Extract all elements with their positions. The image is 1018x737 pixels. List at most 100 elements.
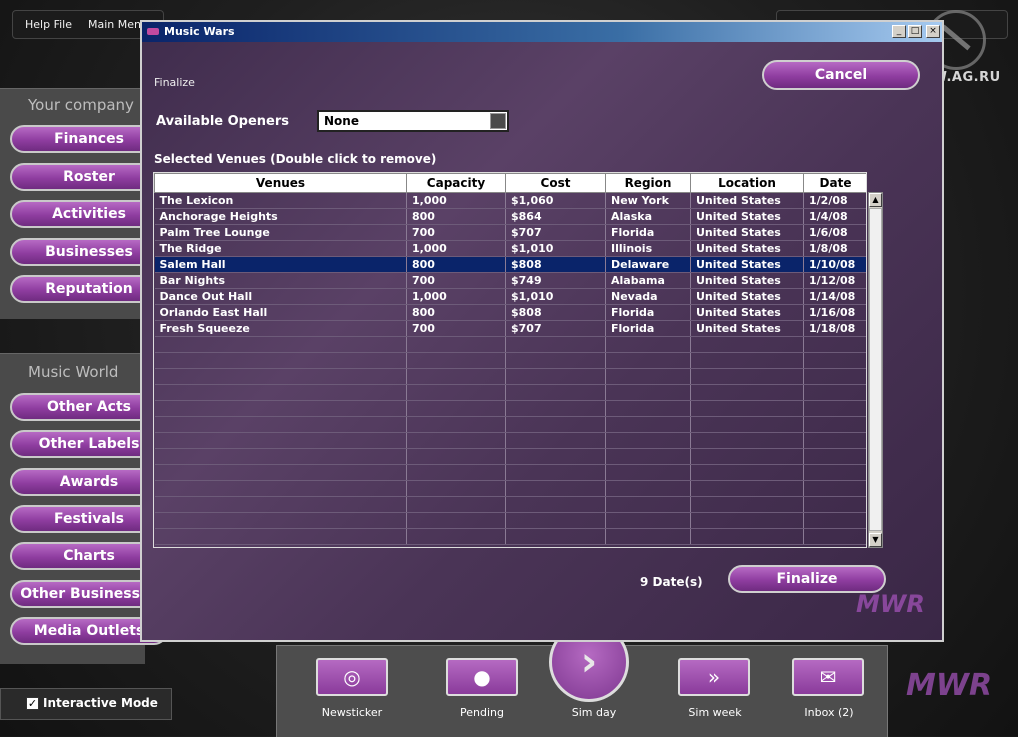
empty-cell <box>605 464 691 481</box>
minimize-button[interactable]: _ <box>892 25 906 38</box>
table-cell: $1,010 <box>505 240 606 257</box>
empty-cell <box>406 448 506 465</box>
close-button[interactable]: × <box>926 25 940 38</box>
table-cell: Orlando East Hall <box>154 304 407 321</box>
empty-cell <box>690 496 804 513</box>
table-cell: Alaska <box>605 208 691 225</box>
table-row[interactable]: Anchorage Heights 800 $864 Alaska United Sta… <box>154 208 866 225</box>
empty-cell <box>406 400 506 417</box>
table-cell: United States <box>690 240 804 257</box>
table-row[interactable]: Salem Hall 800 $808 Delaware United States 1/… <box>154 256 866 273</box>
maximize-button[interactable]: □ <box>908 25 922 38</box>
finalize-button[interactable]: Finalize <box>728 565 886 593</box>
app-icon <box>147 28 159 35</box>
empty-cell <box>605 528 691 545</box>
table-cell: 1,000 <box>406 240 506 257</box>
company-section-title: Your company <box>28 96 134 114</box>
help-file-link[interactable]: Help File <box>25 18 72 31</box>
table-row[interactable]: Orlando East Hall 800 $808 Florida United St… <box>154 304 866 321</box>
column-header-cost[interactable]: Cost <box>505 173 606 193</box>
mwr-corner-logo: MWR <box>906 668 993 703</box>
interactive-mode-panel: ✓ Interactive Mode <box>0 688 172 720</box>
empty-cell <box>154 384 407 401</box>
empty-cell <box>505 352 606 369</box>
empty-cell <box>154 448 407 465</box>
empty-table-row <box>154 416 866 433</box>
table-cell: 700 <box>406 272 506 289</box>
empty-cell <box>605 480 691 497</box>
table-row[interactable]: Palm Tree Lounge 700 $707 Florida United Sta… <box>154 224 866 241</box>
empty-cell <box>803 416 866 433</box>
column-header-location[interactable]: Location <box>690 173 804 193</box>
cancel-button[interactable]: Cancel <box>762 60 920 90</box>
table-cell: New York <box>605 192 691 209</box>
dropdown-arrow-icon[interactable] <box>490 113 506 129</box>
empty-cell <box>154 464 407 481</box>
window-title: Music Wars <box>164 25 235 38</box>
empty-cell <box>690 464 804 481</box>
scroll-up-icon[interactable]: ▲ <box>869 193 882 207</box>
interactive-mode-label: Interactive Mode <box>43 696 158 710</box>
table-cell: United States <box>690 304 804 321</box>
empty-cell <box>803 432 866 449</box>
empty-cell <box>690 400 804 417</box>
newsticker-button[interactable]: ◎ <box>316 658 388 696</box>
empty-cell <box>605 416 691 433</box>
openers-dropdown[interactable]: None <box>317 110 509 132</box>
empty-cell <box>690 384 804 401</box>
empty-cell <box>690 480 804 497</box>
column-header-region[interactable]: Region <box>605 173 691 193</box>
column-header-capacity[interactable]: Capacity <box>406 173 506 193</box>
empty-cell <box>154 416 407 433</box>
table-row[interactable]: Fresh Squeeze 700 $707 Florida United States… <box>154 320 866 337</box>
column-header-date[interactable]: Date <box>803 173 866 193</box>
table-cell: 1/4/08 <box>803 208 866 225</box>
table-row[interactable]: The Ridge 1,000 $1,010 Illinois United State… <box>154 240 866 257</box>
table-cell: 1/10/08 <box>803 256 866 273</box>
table-cell: 1,000 <box>406 192 506 209</box>
table-cell: Florida <box>605 224 691 241</box>
scroll-down-icon[interactable]: ▼ <box>869 533 882 547</box>
table-cell: Florida <box>605 320 691 337</box>
empty-cell <box>154 480 407 497</box>
venues-table: Venues Capacity Cost Region Location Date The… <box>154 173 866 545</box>
empty-cell <box>803 352 866 369</box>
dates-count: 9 Date(s) <box>640 575 703 589</box>
table-cell: Illinois <box>605 240 691 257</box>
empty-cell <box>690 336 804 353</box>
empty-cell <box>803 448 866 465</box>
table-cell: 1/16/08 <box>803 304 866 321</box>
empty-cell <box>406 384 506 401</box>
empty-cell <box>690 368 804 385</box>
table-cell: 700 <box>406 320 506 337</box>
inbox-button[interactable]: ✉ <box>792 658 864 696</box>
column-header-venues[interactable]: Venues <box>154 173 407 193</box>
globe-icon: ◎ <box>343 665 361 689</box>
empty-table-row <box>154 432 866 449</box>
table-row[interactable]: Bar Nights 700 $749 Alabama United States 1/1… <box>154 272 866 289</box>
empty-cell <box>803 400 866 417</box>
empty-cell <box>154 336 407 353</box>
table-scrollbar[interactable]: ▲ ▼ <box>868 192 883 548</box>
table-cell: 1/8/08 <box>803 240 866 257</box>
empty-cell <box>154 512 407 529</box>
empty-cell <box>406 352 506 369</box>
sim-week-button[interactable]: » <box>678 658 750 696</box>
table-cell: 1/2/08 <box>803 192 866 209</box>
table-row[interactable]: The Lexicon 1,000 $1,060 New York United Sta… <box>154 192 866 209</box>
pending-button[interactable]: ● <box>446 658 518 696</box>
newsticker-label: Newsticker <box>321 706 383 719</box>
main-menu-link[interactable]: Main Menu <box>88 18 148 31</box>
empty-cell <box>690 416 804 433</box>
mwr-logo: MWR <box>856 590 925 618</box>
bottom-toolbar: ◎ Newsticker ● Pending › Sim day » Sim w… <box>276 622 888 737</box>
interactive-mode-checkbox[interactable]: ✓ <box>26 697 39 710</box>
table-cell: Anchorage Heights <box>154 208 407 225</box>
empty-table-row <box>154 368 866 385</box>
scroll-thumb[interactable] <box>869 208 882 531</box>
empty-cell <box>505 368 606 385</box>
empty-cell <box>406 464 506 481</box>
table-row[interactable]: Dance Out Hall 1,000 $1,010 Nevada United St… <box>154 288 866 305</box>
empty-cell <box>505 336 606 353</box>
window-titlebar[interactable]: Music Wars _ □ × <box>142 22 942 42</box>
